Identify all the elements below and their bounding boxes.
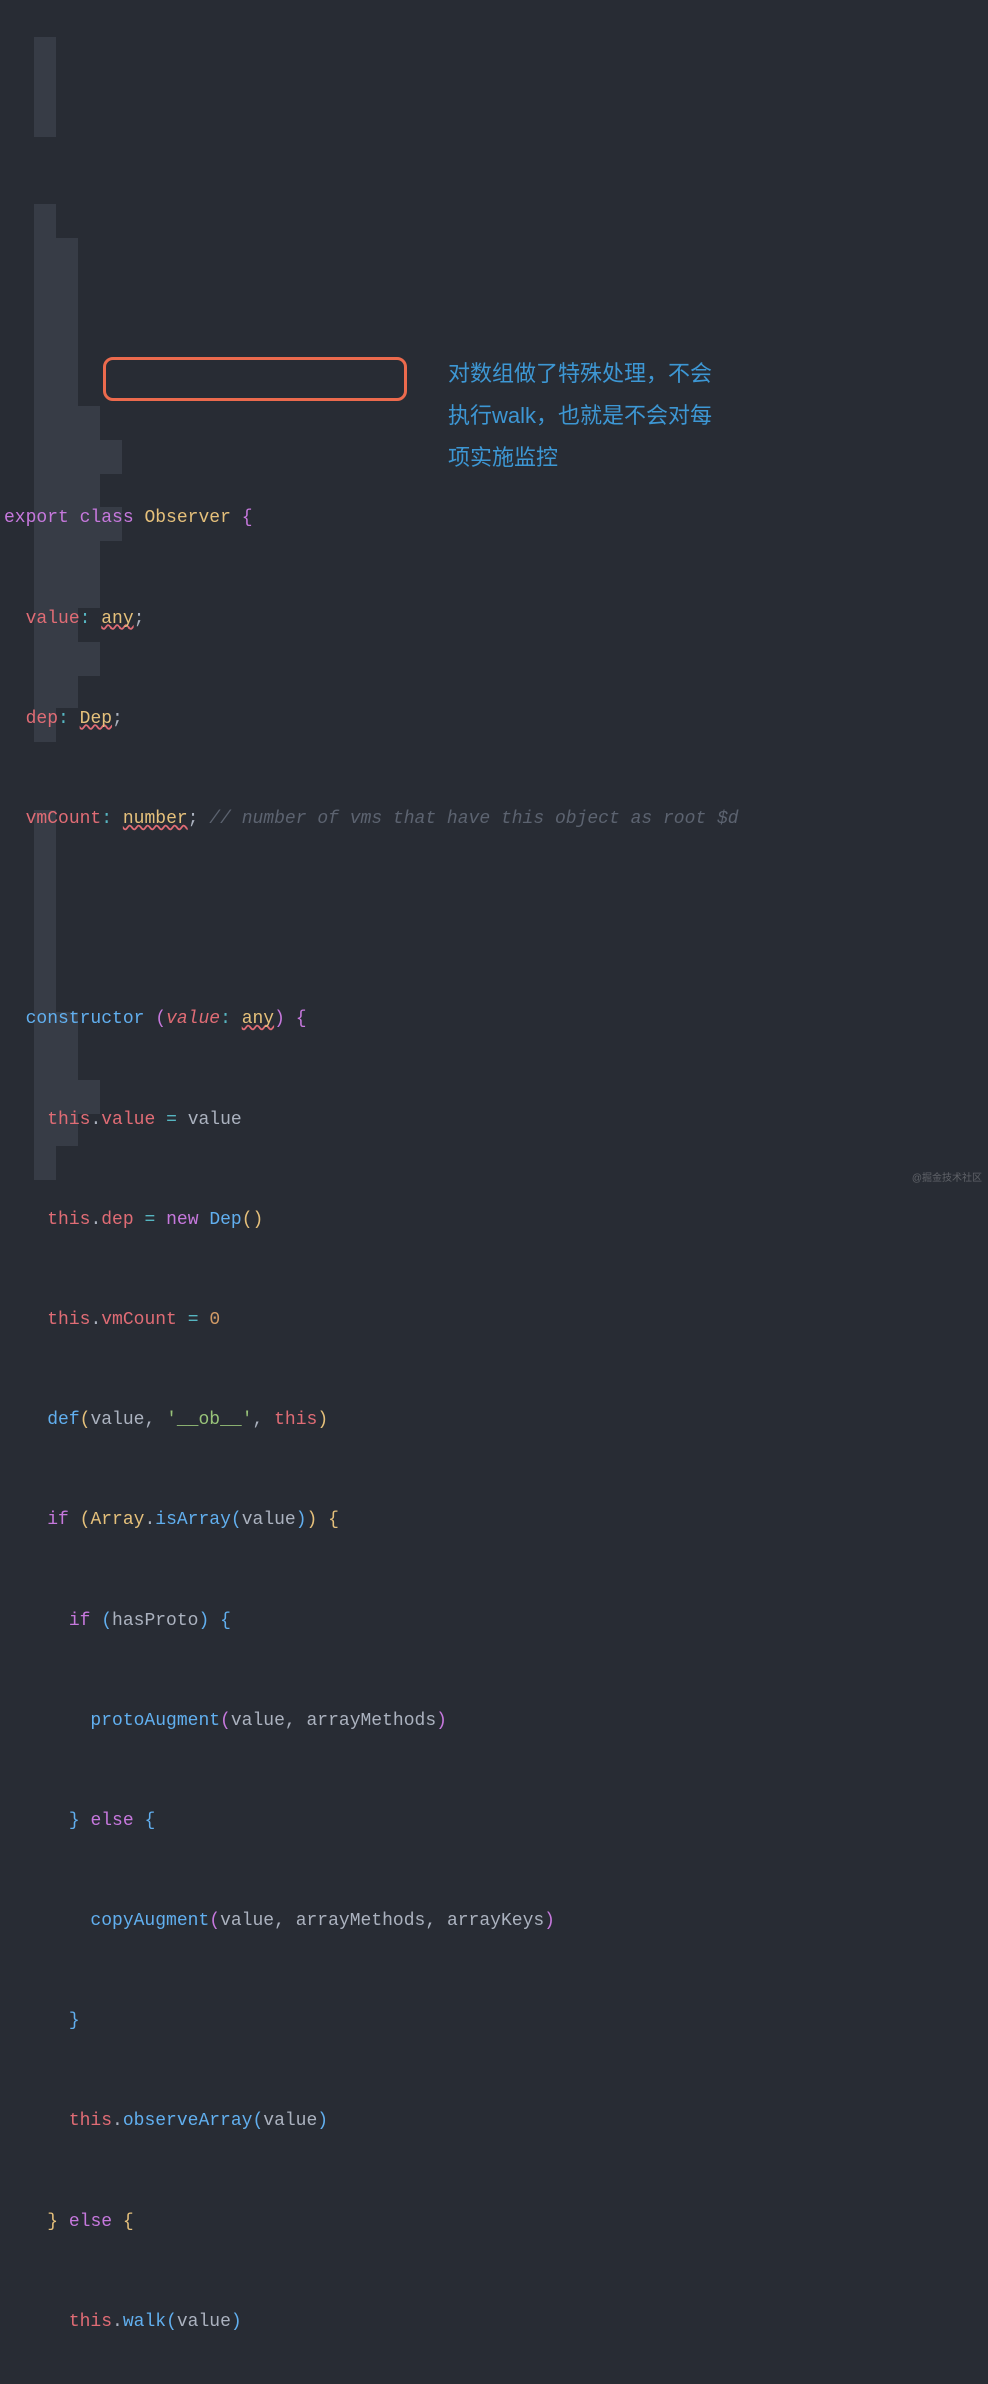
code-line: export class Observer { <box>4 502 988 536</box>
code-line: dep: Dep; <box>4 703 988 737</box>
code-line: vmCount: number; // number of vms that h… <box>4 803 988 837</box>
code-line: } <box>4 2005 988 2039</box>
watermark: @掘金技术社区 <box>912 1170 982 1189</box>
code-line: copyAugment(value, arrayMethods, arrayKe… <box>4 1905 988 1939</box>
code-line: } else { <box>4 1805 988 1839</box>
code-line: def(value, '__ob__', this) <box>4 1404 988 1438</box>
code-editor[interactable]: export class Observer { value: any; dep:… <box>0 0 988 2384</box>
code-line: this.observeArray(value) <box>4 2105 988 2139</box>
code-line <box>4 903 988 937</box>
code-line: this.walk(value) <box>4 2306 988 2340</box>
code-line: constructor (value: any) { <box>4 1003 988 1037</box>
code-line: this.value = value <box>4 1104 988 1138</box>
code-line: if (hasProto) { <box>4 1605 988 1639</box>
code-line: value: any; <box>4 603 988 637</box>
code-line: } else { <box>4 2206 988 2240</box>
code-line: this.dep = new Dep() <box>4 1204 988 1238</box>
code-line: this.vmCount = 0 <box>4 1304 988 1338</box>
code-line: if (Array.isArray(value)) { <box>4 1504 988 1538</box>
code-line: protoAugment(value, arrayMethods) <box>4 1705 988 1739</box>
